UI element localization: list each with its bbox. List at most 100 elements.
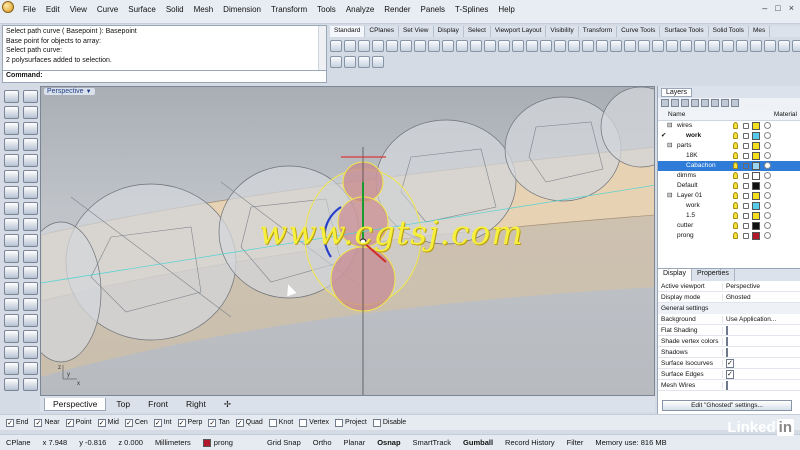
- properties-icon[interactable]: [680, 40, 692, 52]
- toolbar-tab-cplanes[interactable]: CPlanes: [365, 26, 399, 37]
- copy-tool-icon[interactable]: [23, 314, 38, 327]
- setting-surface-edges-checkbox[interactable]: ✓: [726, 369, 734, 379]
- tab-display[interactable]: Display: [658, 269, 692, 281]
- menu-tools[interactable]: Tools: [312, 5, 341, 14]
- boolean-icon[interactable]: [23, 218, 38, 231]
- new-sublayer-icon[interactable]: [671, 99, 679, 107]
- layer-row[interactable]: Cabachon: [658, 161, 800, 171]
- layer-row[interactable]: work: [658, 201, 800, 211]
- gumball-icon[interactable]: [23, 346, 38, 359]
- minimize-icon[interactable]: –: [762, 3, 767, 13]
- grasshopper-icon[interactable]: [358, 56, 370, 68]
- col-material[interactable]: Material: [764, 111, 800, 120]
- osnap-cen[interactable]: ✓ Cen: [124, 418, 148, 427]
- menu-solid[interactable]: Solid: [161, 5, 189, 14]
- layer-color-swatch[interactable]: [752, 142, 760, 150]
- toolbar-tab-display[interactable]: Display: [434, 26, 464, 37]
- osnap-int-checkbox[interactable]: ✓: [153, 418, 162, 427]
- analyze-icon[interactable]: [4, 362, 19, 375]
- redo-icon[interactable]: [456, 40, 468, 52]
- viewport-tab-perspective[interactable]: Perspective: [44, 397, 107, 411]
- select-icon[interactable]: [610, 40, 622, 52]
- zebra-icon[interactable]: [23, 378, 38, 391]
- osnap-vertex[interactable]: Vertex: [299, 418, 329, 427]
- layer-material-icon[interactable]: [764, 182, 771, 189]
- layer-lock-icon[interactable]: [743, 153, 749, 159]
- lights-icon[interactable]: [722, 40, 734, 52]
- toolbar-tab-viewport-layout[interactable]: Viewport Layout: [491, 26, 547, 37]
- display-icon[interactable]: [764, 40, 776, 52]
- menu-t-splines[interactable]: T-Splines: [450, 5, 493, 14]
- scale-icon[interactable]: [652, 40, 664, 52]
- menu-surface[interactable]: Surface: [123, 5, 161, 14]
- layer-color-swatch[interactable]: [752, 172, 760, 180]
- cut-icon[interactable]: [400, 40, 412, 52]
- circle-icon[interactable]: [23, 122, 38, 135]
- layer-visible-bulb-icon[interactable]: [733, 152, 738, 159]
- osnap-quad-checkbox[interactable]: ✓: [235, 418, 244, 427]
- rotate-tool-icon[interactable]: [4, 330, 19, 343]
- layer-lock-icon[interactable]: [743, 143, 749, 149]
- layer-color-swatch[interactable]: [752, 182, 760, 190]
- toolbar-tab-mes[interactable]: Mes: [749, 26, 771, 37]
- render-tool-icon[interactable]: [4, 378, 19, 391]
- osnap-point-checkbox[interactable]: ✓: [65, 418, 74, 427]
- scale-tool-icon[interactable]: [23, 330, 38, 343]
- layer-material-icon[interactable]: [764, 132, 771, 139]
- toolbar-tab-select[interactable]: Select: [464, 26, 491, 37]
- layer-visible-bulb-icon[interactable]: [733, 192, 738, 199]
- polygon-icon[interactable]: [4, 154, 19, 167]
- active-viewport-value[interactable]: Perspective: [723, 283, 760, 290]
- filter-icon[interactable]: [711, 99, 719, 107]
- setting-mesh-wires-checkbox[interactable]: [726, 380, 728, 390]
- menu-panels[interactable]: Panels: [416, 5, 450, 14]
- cylinder-icon[interactable]: [4, 218, 19, 231]
- rotate-icon[interactable]: [638, 40, 650, 52]
- toolbar-tab-curve-tools[interactable]: Curve Tools: [617, 26, 661, 37]
- osnap-end-checkbox[interactable]: ✓: [6, 418, 14, 427]
- help-icon[interactable]: [372, 56, 384, 68]
- layer-color-swatch[interactable]: [752, 212, 760, 220]
- layer-color-swatch[interactable]: [752, 232, 760, 240]
- layer-material-icon[interactable]: [764, 162, 771, 169]
- layer-visible-bulb-icon[interactable]: [733, 232, 738, 239]
- layer-visible-bulb-icon[interactable]: [733, 122, 738, 129]
- curve-icon[interactable]: [778, 40, 790, 52]
- box-icon[interactable]: [4, 202, 19, 215]
- osnap-vertex-checkbox[interactable]: [299, 418, 308, 427]
- hatch-icon[interactable]: [23, 250, 38, 263]
- planar-toggle[interactable]: Planar: [338, 438, 372, 447]
- mirror-tool-icon[interactable]: [4, 346, 19, 359]
- help-icon[interactable]: [731, 99, 739, 107]
- layer-lock-icon[interactable]: [743, 203, 749, 209]
- polyline-icon[interactable]: [4, 106, 19, 119]
- layer-row[interactable]: 18K: [658, 151, 800, 161]
- cplane-icon[interactable]: [582, 40, 594, 52]
- rectangle-icon[interactable]: [23, 138, 38, 151]
- layer-visible-bulb-icon[interactable]: [733, 202, 738, 209]
- menu-file[interactable]: File: [18, 5, 41, 14]
- layer-row[interactable]: ⊟ wires: [658, 121, 800, 131]
- layer-color-swatch[interactable]: [752, 122, 760, 130]
- extend-icon[interactable]: [23, 170, 38, 183]
- layer-icon[interactable]: [750, 40, 762, 52]
- background-select[interactable]: Use Application...: [723, 316, 776, 323]
- save-icon[interactable]: [358, 40, 370, 52]
- explode-icon[interactable]: [23, 282, 38, 295]
- split-icon[interactable]: [23, 266, 38, 279]
- layer-color-swatch[interactable]: [752, 132, 760, 140]
- material-icon[interactable]: [708, 40, 720, 52]
- print-icon[interactable]: [372, 40, 384, 52]
- tab-properties[interactable]: Properties: [692, 269, 735, 281]
- copy-icon[interactable]: [414, 40, 426, 52]
- extrude-icon[interactable]: [4, 186, 19, 199]
- layer-row[interactable]: dimms: [658, 171, 800, 181]
- layer-lock-icon[interactable]: [743, 133, 749, 139]
- grid-icon[interactable]: [596, 40, 608, 52]
- add-viewport-icon[interactable]: ✢: [216, 398, 239, 411]
- layer-row[interactable]: ⊟ Layer 01: [658, 191, 800, 201]
- undo-icon[interactable]: [442, 40, 454, 52]
- import-icon[interactable]: [386, 40, 398, 52]
- perspective-viewport[interactable]: Perspective ▼ z y x www.cgtsj.com: [40, 86, 655, 396]
- layer-material-icon[interactable]: [764, 122, 771, 129]
